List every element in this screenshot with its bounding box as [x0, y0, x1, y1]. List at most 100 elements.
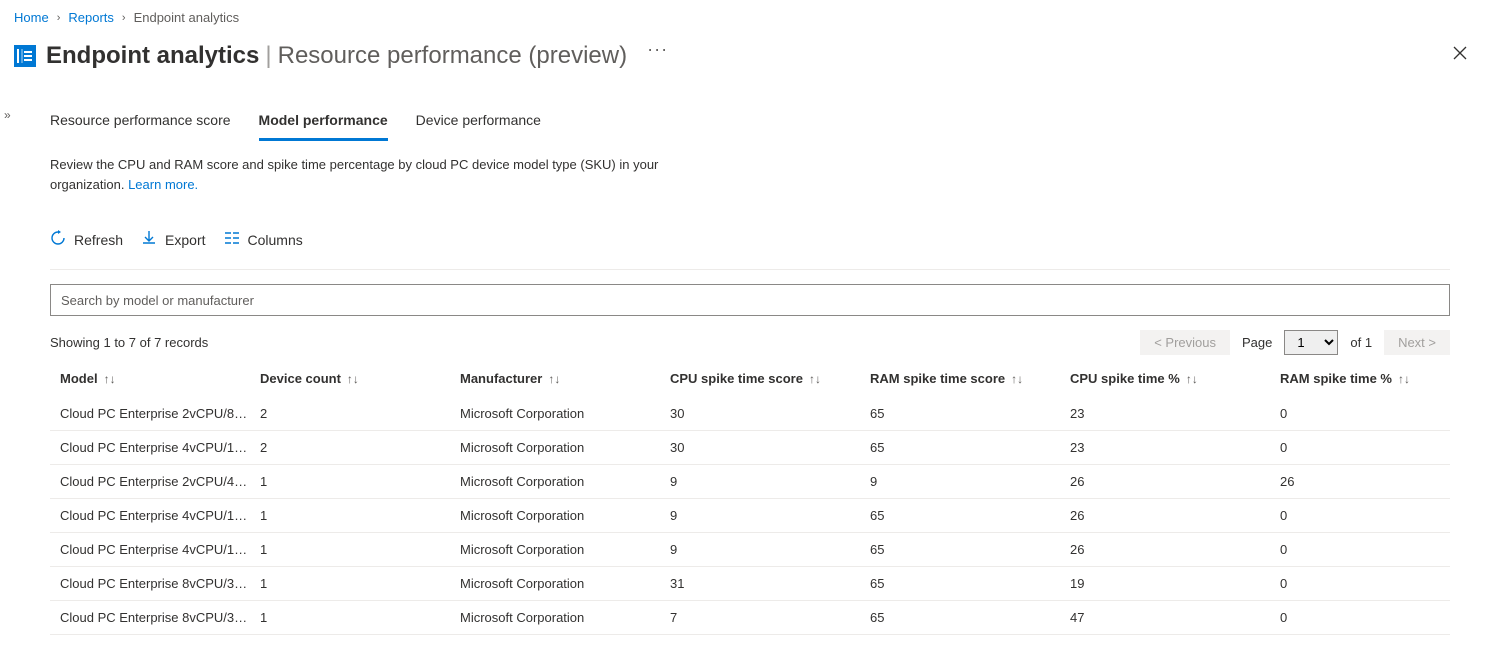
page-title: Endpoint analytics|Resource performance … [46, 42, 627, 70]
table-row[interactable]: Cloud PC Enterprise 2vCPU/4… 1Microsoft C… [50, 465, 1450, 499]
cell-device-count: 2 [260, 440, 460, 455]
cell-model: Cloud PC Enterprise 4vCPU/16… [60, 542, 250, 557]
table-row[interactable]: Cloud PC Enterprise 8vCPU/32… 1Microsoft … [50, 601, 1450, 635]
cell-cpu-score: 9 [670, 542, 870, 557]
download-icon [141, 230, 157, 249]
toolbar: Refresh Export Columns [50, 230, 1450, 270]
results-table: Model↑↓ Device count↑↓ Manufacturer↑↓ CP… [50, 371, 1450, 635]
cell-ram-score: 9 [870, 474, 1070, 489]
table-header: Model↑↓ Device count↑↓ Manufacturer↑↓ CP… [50, 371, 1450, 397]
col-ram-score[interactable]: RAM spike time score↑↓ [870, 371, 1070, 386]
sort-icon: ↑↓ [809, 372, 821, 386]
cell-model: Cloud PC Enterprise 2vCPU/8… [60, 406, 250, 421]
cell-ram-score: 65 [870, 610, 1070, 625]
workbook-icon [14, 45, 36, 67]
breadcrumb-current: Endpoint analytics [134, 10, 240, 25]
cell-ram-pct: 0 [1280, 440, 1460, 455]
table-row[interactable]: Cloud PC Enterprise 4vCPU/16… 1Microsoft … [50, 533, 1450, 567]
breadcrumb: Home › Reports › Endpoint analytics [0, 0, 1500, 31]
cell-manufacturer: Microsoft Corporation [460, 440, 670, 455]
columns-label: Columns [248, 232, 303, 248]
cell-model: Cloud PC Enterprise 4vCPU/16… [60, 508, 250, 523]
tab-model-performance[interactable]: Model performance [259, 104, 388, 141]
breadcrumb-reports[interactable]: Reports [68, 10, 114, 25]
cell-ram-pct: 26 [1280, 474, 1460, 489]
cell-cpu-pct: 19 [1070, 576, 1280, 591]
expand-sidebar-handle[interactable]: » [4, 108, 11, 122]
cell-device-count: 1 [260, 542, 460, 557]
table-row[interactable]: Cloud PC Enterprise 2vCPU/8… 2Microsoft C… [50, 397, 1450, 431]
page-title-sub: Resource performance (preview) [278, 42, 627, 69]
cell-cpu-pct: 47 [1070, 610, 1280, 625]
tab-device-performance[interactable]: Device performance [416, 104, 541, 141]
cell-ram-score: 65 [870, 406, 1070, 421]
cell-ram-pct: 0 [1280, 576, 1460, 591]
page-label: Page [1242, 335, 1272, 350]
sort-icon: ↑↓ [1186, 372, 1198, 386]
more-actions-button[interactable]: ··· [647, 39, 668, 60]
cell-manufacturer: Microsoft Corporation [460, 542, 670, 557]
cell-device-count: 1 [260, 474, 460, 489]
cell-ram-pct: 0 [1280, 542, 1460, 557]
cell-ram-pct: 0 [1280, 610, 1460, 625]
export-button[interactable]: Export [141, 230, 205, 249]
previous-page-button[interactable]: < Previous [1140, 330, 1230, 355]
columns-button[interactable]: Columns [224, 230, 303, 249]
col-device-count[interactable]: Device count↑↓ [260, 371, 460, 386]
table-row[interactable]: Cloud PC Enterprise 4vCPU/16… 2Microsoft … [50, 431, 1450, 465]
cell-ram-score: 65 [870, 440, 1070, 455]
export-label: Export [165, 232, 205, 248]
cell-device-count: 1 [260, 576, 460, 591]
learn-more-link[interactable]: Learn more. [128, 177, 198, 192]
sort-icon: ↑↓ [548, 372, 560, 386]
table-meta-row: Showing 1 to 7 of 7 records < Previous P… [50, 330, 1450, 355]
refresh-label: Refresh [74, 232, 123, 248]
cell-manufacturer: Microsoft Corporation [460, 508, 670, 523]
cell-ram-score: 65 [870, 576, 1070, 591]
table-row[interactable]: Cloud PC Enterprise 4vCPU/16… 1Microsoft … [50, 499, 1450, 533]
sort-icon: ↑↓ [1011, 372, 1023, 386]
page-select[interactable]: 1 [1284, 330, 1338, 355]
breadcrumb-home[interactable]: Home [14, 10, 49, 25]
chevron-right-icon: › [57, 12, 61, 24]
cell-cpu-score: 7 [670, 610, 870, 625]
cell-model: Cloud PC Enterprise 4vCPU/16… [60, 440, 250, 455]
close-button[interactable] [1446, 39, 1474, 72]
cell-cpu-pct: 23 [1070, 440, 1280, 455]
refresh-button[interactable]: Refresh [50, 230, 123, 249]
cell-cpu-pct: 23 [1070, 406, 1280, 421]
cell-device-count: 2 [260, 406, 460, 421]
cell-cpu-score: 30 [670, 440, 870, 455]
tab-bar: Resource performance score Model perform… [50, 104, 1450, 141]
col-cpu-pct[interactable]: CPU spike time %↑↓ [1070, 371, 1280, 386]
col-manufacturer[interactable]: Manufacturer↑↓ [460, 371, 670, 386]
table-row[interactable]: Cloud PC Enterprise 8vCPU/32…1Microsoft … [50, 567, 1450, 601]
tab-resource-score[interactable]: Resource performance score [50, 104, 231, 141]
of-pages-label: of 1 [1350, 335, 1372, 350]
page-title-main: Endpoint analytics [46, 42, 259, 69]
cell-ram-score: 65 [870, 542, 1070, 557]
cell-cpu-pct: 26 [1070, 508, 1280, 523]
cell-device-count: 1 [260, 610, 460, 625]
cell-model: Cloud PC Enterprise 2vCPU/4… [60, 474, 250, 489]
col-model[interactable]: Model↑↓ [60, 371, 260, 386]
cell-cpu-pct: 26 [1070, 542, 1280, 557]
cell-manufacturer: Microsoft Corporation [460, 610, 670, 625]
sort-icon: ↑↓ [1398, 372, 1410, 386]
col-cpu-score[interactable]: CPU spike time score↑↓ [670, 371, 870, 386]
cell-manufacturer: Microsoft Corporation [460, 474, 670, 489]
refresh-icon [50, 230, 66, 249]
cell-manufacturer: Microsoft Corporation [460, 576, 670, 591]
cell-cpu-score: 30 [670, 406, 870, 421]
next-page-button[interactable]: Next > [1384, 330, 1450, 355]
col-ram-pct[interactable]: RAM spike time %↑↓ [1280, 371, 1460, 386]
cell-cpu-score: 31 [670, 576, 870, 591]
records-count: Showing 1 to 7 of 7 records [50, 335, 208, 350]
cell-manufacturer: Microsoft Corporation [460, 406, 670, 421]
cell-ram-score: 65 [870, 508, 1070, 523]
cell-model: Cloud PC Enterprise 8vCPU/32… [60, 610, 250, 625]
search-input[interactable] [50, 284, 1450, 316]
cell-ram-pct: 0 [1280, 508, 1460, 523]
cell-cpu-score: 9 [670, 508, 870, 523]
cell-device-count: 1 [260, 508, 460, 523]
